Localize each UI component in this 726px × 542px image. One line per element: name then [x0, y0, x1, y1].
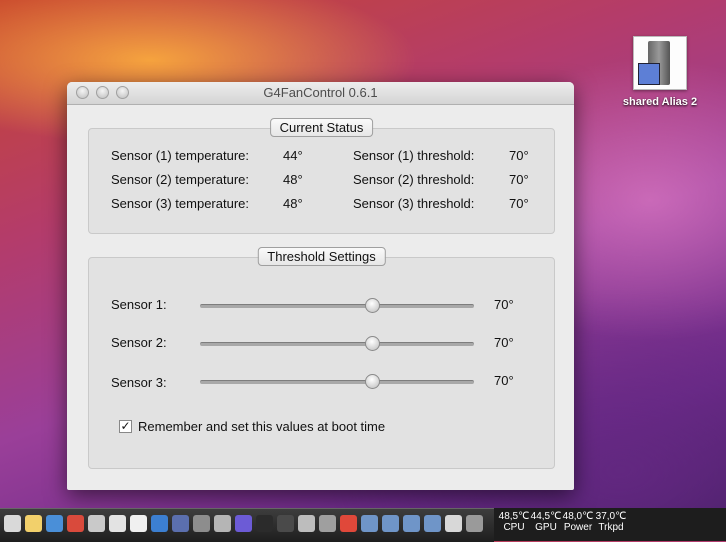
sensor-1-temp-value: 44°: [283, 148, 303, 163]
safari-icon[interactable]: [46, 515, 63, 532]
trash-icon[interactable]: [466, 515, 483, 532]
microphone-icon[interactable]: [214, 515, 231, 532]
sensor-1-threshold-label: Sensor (1) threshold:: [353, 148, 475, 163]
notes-icon[interactable]: [25, 515, 42, 532]
mail-icon[interactable]: [172, 515, 189, 532]
music-icon[interactable]: [340, 515, 357, 532]
trackpad-stat: 37,0℃ Trkpd: [591, 511, 631, 533]
sensor-2-temp-value: 48°: [283, 172, 303, 187]
sensor-2-threshold-label: Sensor (2) threshold:: [353, 172, 475, 187]
settings-icon[interactable]: [235, 515, 252, 532]
terminal-icon[interactable]: [256, 515, 273, 532]
trackpad-temp: 37,0℃: [595, 511, 627, 522]
slider-3-value: 70°: [494, 373, 514, 388]
tool-icon[interactable]: [298, 515, 315, 532]
sensor-3-slider[interactable]: [200, 374, 474, 389]
sensor-3-threshold-label: Sensor (3) threshold:: [353, 196, 475, 211]
current-status-label: Current Status: [269, 118, 374, 137]
grid-icon[interactable]: [319, 515, 336, 532]
slider-2-label: Sensor 2:: [111, 335, 167, 350]
sensor-3-temp-value: 48°: [283, 196, 303, 211]
monitor-icon[interactable]: [277, 515, 294, 532]
threshold-settings-label: Threshold Settings: [257, 247, 386, 266]
minimize-button[interactable]: [96, 86, 109, 99]
sensor-2-slider[interactable]: [200, 336, 474, 351]
slider-knob[interactable]: [365, 298, 380, 313]
desktop-alias-icon[interactable]: shared Alias 2: [612, 36, 708, 108]
finder-icon[interactable]: [4, 515, 21, 532]
title-bar[interactable]: G4FanControl 0.6.1: [67, 82, 574, 105]
sensor-1-temp-label: Sensor (1) temperature:: [111, 148, 250, 163]
folder-icon[interactable]: [445, 515, 462, 532]
trackpad-label: Trkpd: [598, 522, 624, 533]
sensor-1-threshold-value: 70°: [509, 148, 529, 163]
remember-checkbox-label[interactable]: Remember and set this values at boot tim…: [138, 419, 385, 434]
computer-icon: [633, 36, 687, 90]
close-button[interactable]: [76, 86, 89, 99]
folder-icon[interactable]: [382, 515, 399, 532]
slider-2-value: 70°: [494, 335, 514, 350]
utility-icon[interactable]: [193, 515, 210, 532]
sensor-2-threshold-value: 70°: [509, 172, 529, 187]
temperature-monitor: 48,5℃ CPU 44,5℃ GPU 48,0℃ Power 37,0℃ Tr…: [494, 508, 726, 541]
folder-icon[interactable]: [88, 515, 105, 532]
sensor-3-threshold-value: 70°: [509, 196, 529, 211]
slider-3-label: Sensor 3:: [111, 375, 167, 390]
app-window: G4FanControl 0.6.1 Current Status Sensor…: [67, 82, 574, 490]
slider-1-label: Sensor 1:: [111, 297, 167, 312]
threshold-settings-group: Threshold Settings Sensor 1: 70° Sensor …: [88, 247, 555, 469]
current-status-group: Current Status Sensor (1) temperature: 4…: [88, 118, 555, 234]
desktop-alias-label: shared Alias 2: [622, 96, 698, 108]
network-icon[interactable]: [151, 515, 168, 532]
folder-icon[interactable]: [361, 515, 378, 532]
slider-1-value: 70°: [494, 297, 514, 312]
dock: [0, 508, 494, 542]
remember-checkbox[interactable]: ✓: [119, 420, 132, 433]
sensor-2-temp-label: Sensor (2) temperature:: [111, 172, 250, 187]
app-icon[interactable]: [67, 515, 84, 532]
preview-icon[interactable]: [109, 515, 126, 532]
window-title: G4FanControl 0.6.1: [263, 85, 378, 100]
scripts-icon[interactable]: [130, 515, 147, 532]
zoom-button[interactable]: [116, 86, 129, 99]
sensor-3-temp-label: Sensor (3) temperature:: [111, 196, 250, 211]
folder-icon[interactable]: [403, 515, 420, 532]
slider-knob[interactable]: [365, 374, 380, 389]
slider-knob[interactable]: [365, 336, 380, 351]
sensor-1-slider[interactable]: [200, 298, 474, 313]
folder-icon[interactable]: [424, 515, 441, 532]
